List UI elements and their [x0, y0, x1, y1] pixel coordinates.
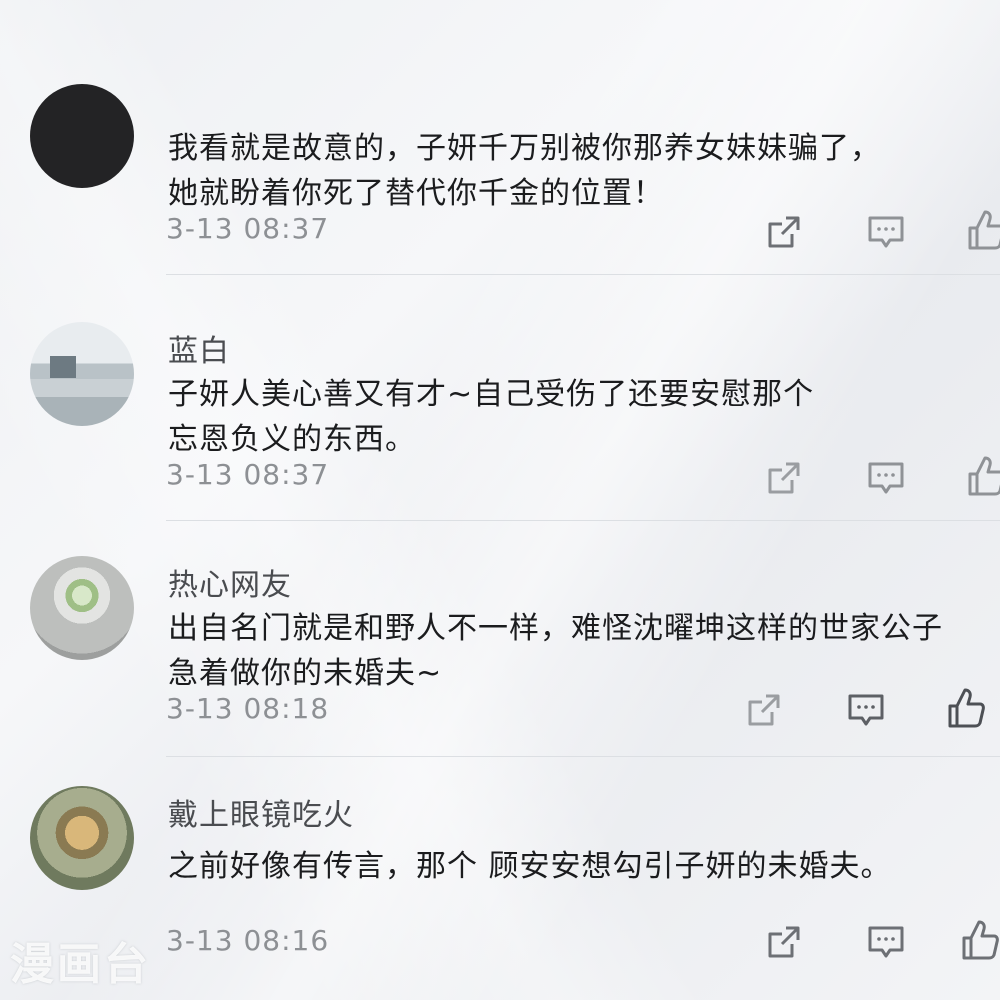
comment-username[interactable]: 蓝白	[168, 326, 230, 370]
comment-timestamp: 3-13 08:16	[166, 924, 330, 957]
comment-line: 我看就是故意的，子妍千万别被你那养女妹妹骗了，	[168, 131, 881, 166]
comment-icon[interactable]	[846, 690, 886, 730]
thumbs-up-icon[interactable]	[960, 918, 1000, 960]
divider	[166, 274, 1000, 275]
comment-line: 之前好像有传言，那个 顾安安想勾引子妍的未婚夫。	[168, 849, 892, 884]
comment-timestamp: 3-13 08:18	[166, 692, 330, 725]
divider	[166, 520, 1000, 521]
share-icon[interactable]	[764, 922, 804, 962]
divider	[166, 756, 1000, 757]
comment-icon[interactable]	[866, 458, 906, 498]
comment-text: 子妍人美心善又有才~自己受伤了还要安慰那个 忘恩负义的东西。	[168, 372, 988, 462]
avatar[interactable]	[30, 556, 134, 660]
avatar[interactable]	[30, 84, 134, 188]
comment-line: 她就盼着你死了替代你千金的位置！	[168, 176, 664, 211]
avatar[interactable]	[30, 322, 134, 426]
share-icon[interactable]	[764, 458, 804, 498]
comment-text: 之前好像有传言，那个 顾安安想勾引子妍的未婚夫。	[168, 844, 988, 889]
comment-text: 我看就是故意的，子妍千万别被你那养女妹妹骗了， 她就盼着你死了替代你千金的位置！	[168, 126, 988, 216]
watermark-logo: 漫画台	[10, 939, 151, 990]
comment-timestamp: 3-13 08:37	[166, 212, 330, 245]
comment-line: 子妍人美心善又有才~自己受伤了还要安慰那个	[168, 377, 815, 412]
comment-username[interactable]: 热心网友	[168, 560, 292, 604]
comment-username[interactable]: 戴上眼镜吃火	[168, 790, 354, 834]
comment-line: 忘恩负义的东西。	[168, 422, 416, 457]
thumbs-up-icon[interactable]	[966, 208, 1000, 250]
thumbs-up-icon[interactable]	[946, 686, 986, 728]
thumbs-up-icon[interactable]	[966, 454, 1000, 496]
comment-timestamp: 3-13 08:37	[166, 458, 330, 491]
comment-line: 出自名门就是和野人不一样，难怪沈曜坤这样的世家公子	[168, 611, 943, 646]
share-icon[interactable]	[764, 212, 804, 252]
comment-text: 出自名门就是和野人不一样，难怪沈曜坤这样的世家公子 急着做你的未婚夫~	[168, 606, 988, 696]
comment-icon[interactable]	[866, 212, 906, 252]
avatar[interactable]	[30, 786, 134, 890]
share-icon[interactable]	[744, 690, 784, 730]
comment-icon[interactable]	[866, 922, 906, 962]
